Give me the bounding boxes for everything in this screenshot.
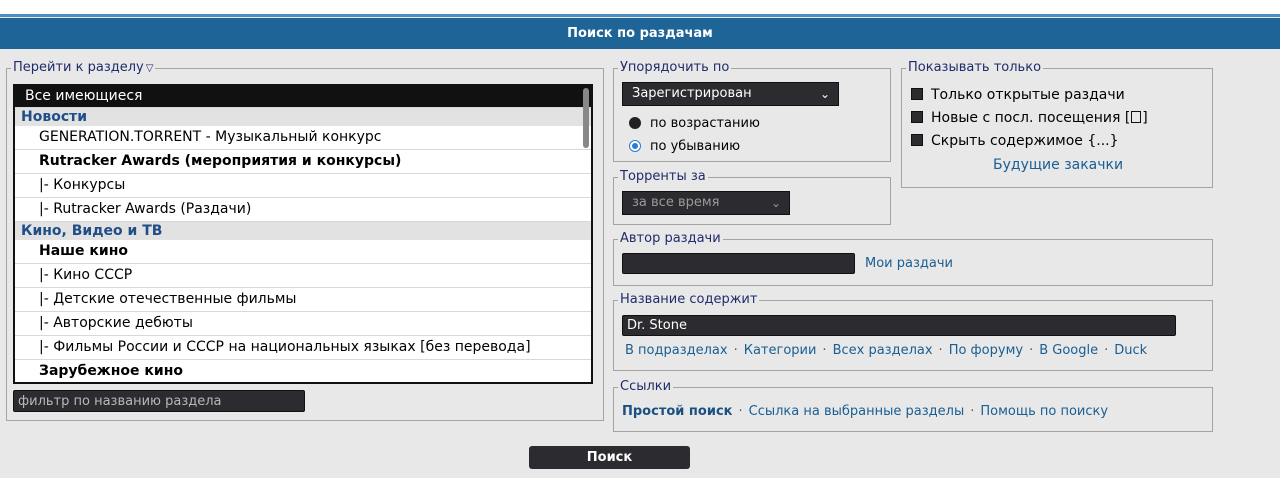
checkbox-open-only[interactable]: Только открытые раздачи [911, 86, 1125, 104]
show-only-legend: Показывать только [908, 60, 1042, 75]
link-duck[interactable]: Duck [1114, 343, 1147, 358]
list-item[interactable]: Зарубежное кино [15, 360, 591, 382]
checkbox-hide-content[interactable]: Скрыть содержимое {...} [911, 132, 1119, 150]
chevron-down-icon: ⌄ [819, 87, 830, 101]
title-search-input[interactable] [622, 315, 1176, 336]
radio-off-icon[interactable] [629, 117, 641, 129]
order-legend: Упорядочить по [620, 60, 730, 75]
radio-descending[interactable]: по убыванию [629, 138, 740, 156]
link-categories[interactable]: Категории [744, 343, 817, 358]
listbox-scrollbar[interactable] [583, 88, 589, 148]
order-select-value: Зарегистрирован [632, 86, 752, 101]
links-legend: Ссылки [620, 379, 672, 394]
period-select-value: за все время [632, 195, 720, 210]
link-subsections[interactable]: В подразделах [625, 343, 728, 358]
list-item[interactable]: |- Детские отечественные фильмы [15, 288, 591, 312]
author-legend: Автор раздачи [620, 231, 721, 246]
title-search-links: В подразделах · Категории · Всех разделах · По… [625, 343, 1148, 358]
checkbox-icon[interactable] [911, 134, 923, 146]
selected-sections-link[interactable]: Ссылка на выбранные разделы [749, 404, 965, 419]
section-filter-input[interactable] [13, 390, 305, 412]
list-item[interactable]: |- Rutracker Awards (Раздачи) [15, 198, 591, 222]
sections-legend[interactable]: Перейти к разделу ▽ [11, 61, 155, 76]
sections-legend-label: Перейти к разделу [13, 60, 144, 75]
list-item[interactable]: |- Конкурсы [15, 174, 591, 198]
list-item[interactable]: |- Фильмы России и СССР на национальных … [15, 336, 591, 360]
search-help-link[interactable]: Помощь по поиску [980, 404, 1108, 419]
link-google[interactable]: В Google [1039, 343, 1098, 358]
list-item[interactable]: Rutracker Awards (мероприятия и конкурсы… [15, 150, 591, 174]
period-select[interactable]: за все время ⌄ [622, 191, 790, 215]
checkbox-icon[interactable] [911, 88, 923, 100]
dropdown-triangle-icon[interactable]: ▽ [146, 62, 154, 76]
checkbox-new-label-suffix: ] [1142, 110, 1148, 126]
list-category[interactable]: Новости [15, 108, 591, 126]
chevron-down-icon: ⌄ [770, 196, 781, 210]
checkbox-icon[interactable] [911, 111, 923, 123]
radio-descending-label: по убыванию [650, 139, 741, 154]
list-category[interactable]: Кино, Видео и ТВ [15, 222, 591, 240]
my-torrents-link[interactable]: Мои раздачи [865, 256, 953, 271]
checkbox-hide-content-label: Скрыть содержимое {...} [931, 133, 1119, 149]
search-button[interactable]: Поиск [529, 446, 690, 469]
future-downloads-link[interactable]: Будущие закачки [993, 157, 1123, 173]
simple-search-link[interactable]: Простой поиск [622, 404, 732, 419]
page-title: Поиск по раздачам [0, 18, 1280, 49]
list-item[interactable]: |- Авторские дебюты [15, 312, 591, 336]
radio-on-icon[interactable] [629, 140, 641, 152]
list-item[interactable]: GENERATION.TORRENT - Музыкальный конкурс [15, 126, 591, 150]
checkbox-new-since-visit[interactable]: Новые с посл. посещения [] [911, 109, 1148, 127]
link-all-sections[interactable]: Всех разделах [833, 343, 933, 358]
checkbox-open-only-label: Только открытые раздачи [931, 87, 1125, 103]
radio-ascending[interactable]: по возрастанию [629, 115, 760, 133]
list-item[interactable]: Все имеющиеся [15, 86, 591, 108]
list-item[interactable]: Наше кино [15, 240, 591, 264]
radio-ascending-label: по возрастанию [650, 116, 760, 131]
period-legend: Торренты за [620, 169, 706, 184]
title-contains-legend: Название содержит [620, 292, 758, 307]
checkbox-new-label: Новые с посл. посещения [ [931, 110, 1131, 126]
author-input[interactable] [622, 253, 855, 274]
link-by-forum[interactable]: По форуму [949, 343, 1023, 358]
new-file-icon [1131, 111, 1142, 123]
top-strip [0, 0, 1280, 17]
section-listbox[interactable]: Все имеющиеся Новости GENERATION.TORRENT -… [13, 84, 593, 384]
order-select[interactable]: Зарегистрирован ⌄ [622, 82, 839, 106]
list-item[interactable]: |- Кино СССР [15, 264, 591, 288]
bottom-links: Простой поиск · Ссылка на выбранные раздел… [622, 404, 1109, 419]
